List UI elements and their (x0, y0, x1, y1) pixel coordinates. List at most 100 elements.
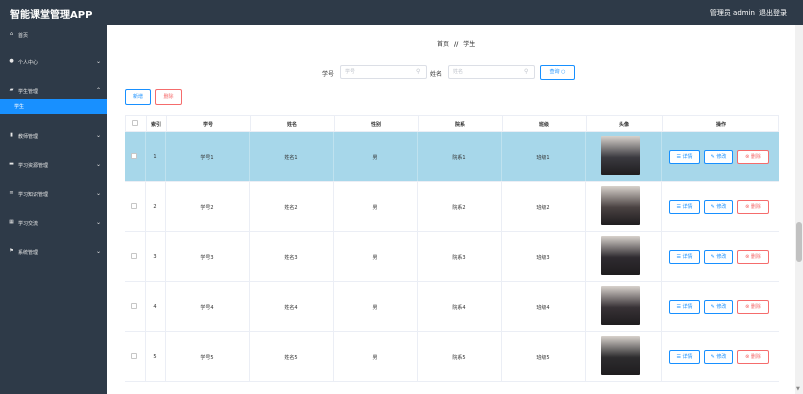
cell-index: 2 (153, 204, 157, 210)
sidebar-item-student-management[interactable]: ▰ 学生管理 ⌃ (0, 84, 107, 98)
chevron-down-icon: ⌄ (96, 132, 102, 139)
select-all-checkbox[interactable] (132, 120, 138, 126)
sidebar-item-label: 首页 (18, 33, 29, 39)
list-icon: ≡ (9, 190, 14, 196)
table-row[interactable]: 1 学号1 姓名1 男 院系1 班级1 ☰ 详情 ✎ 修改 ⊗ 删除 (125, 132, 779, 182)
chevron-down-icon: ⌄ (96, 190, 102, 197)
table-row[interactable]: 3 学号3 姓名3 男 院系3 班级3 ☰ 详情 ✎ 修改 ⊗ 删除 (125, 232, 779, 282)
cell-class: 班级4 (536, 305, 550, 311)
cell-index: 3 (153, 254, 157, 260)
delete-button[interactable]: ⊗ 删除 (737, 200, 769, 214)
breadcrumb-home[interactable]: 首页 (437, 41, 449, 48)
app-title: 智能课堂管理APP (10, 10, 93, 21)
student-icon: ▰ (9, 87, 14, 93)
query-button[interactable]: 查询 ○ (540, 65, 575, 80)
sidebar-item-student[interactable]: 学生 (0, 99, 107, 114)
scroll-down-arrow-icon[interactable]: ▼ (796, 386, 800, 392)
logout-link[interactable]: 退出登录 (759, 8, 787, 18)
row-checkbox[interactable] (131, 203, 137, 209)
cell-gender: 男 (372, 355, 378, 361)
sidebar-item-label: 教师管理 (18, 134, 39, 140)
cell-gender: 男 (372, 255, 378, 261)
student-no-input[interactable] (340, 65, 427, 79)
grid-icon: ▦ (9, 219, 14, 225)
avatar (601, 136, 640, 175)
home-icon: ⌂ (9, 31, 14, 37)
table-row[interactable]: 5 学号5 姓名5 男 院系5 班级5 ☰ 详情 ✎ 修改 ⊗ 删除 (125, 332, 779, 382)
sidebar-item-label: 系统管理 (18, 250, 39, 256)
sidebar-item-label: 学生 (14, 104, 25, 110)
edit-button[interactable]: ✎ 修改 (704, 150, 733, 164)
row-checkbox[interactable] (131, 353, 137, 359)
table-header: 索引 学号 姓名 性别 院系 班级 头像 操作 (125, 115, 779, 132)
detail-button[interactable]: ☰ 详情 (669, 200, 700, 214)
breadcrumb: 首页 // 学生 (437, 39, 475, 48)
add-button[interactable]: 新增 (125, 89, 151, 105)
chevron-down-icon: ⌄ (96, 58, 102, 65)
breadcrumb-current: 学生 (463, 41, 476, 48)
cell-name: 姓名5 (284, 355, 298, 361)
table-row[interactable]: 4 学号4 姓名4 男 院系4 班级4 ☰ 详情 ✎ 修改 ⊗ 删除 (125, 282, 779, 332)
cell-name: 姓名4 (284, 305, 298, 311)
cell-student-no: 学号3 (200, 255, 214, 261)
table-row[interactable]: 2 学号2 姓名2 男 院系2 班级2 ☰ 详情 ✎ 修改 ⊗ 删除 (125, 182, 779, 232)
cell-name: 姓名3 (284, 255, 298, 261)
detail-button[interactable]: ☰ 详情 (669, 300, 700, 314)
sidebar-item-knowledge-management[interactable]: ≡ 学习知识管理 ⌄ (0, 187, 107, 201)
column-header: 姓名 (286, 122, 297, 128)
chevron-down-icon: ⌄ (96, 219, 102, 226)
sidebar-item-resource-management[interactable]: ▬ 学习资源管理 ⌄ (0, 158, 107, 172)
column-header: 性别 (370, 122, 381, 128)
main-content: 首页 // 学生 学号 ⚲ 姓名 ⚲ 查询 ○ 新增 删除 索引 学号 姓名 性… (107, 25, 795, 394)
edit-button[interactable]: ✎ 修改 (704, 200, 733, 214)
name-input[interactable] (448, 65, 535, 79)
cell-class: 班级3 (536, 255, 550, 261)
sidebar-item-teacher-management[interactable]: ▮ 教师管理 ⌄ (0, 129, 107, 143)
sidebar-item-learning-exchange[interactable]: ▦ 学习交流 ⌄ (0, 216, 107, 230)
delete-button[interactable]: ⊗ 删除 (737, 150, 769, 164)
page-scrollbar[interactable]: ▼ (795, 25, 803, 394)
cell-class: 班级2 (536, 205, 550, 211)
detail-button[interactable]: ☰ 详情 (669, 150, 700, 164)
cell-department: 院系5 (452, 355, 466, 361)
edit-button[interactable]: ✎ 修改 (704, 250, 733, 264)
cell-gender: 男 (372, 205, 378, 211)
flag-icon: ⚑ (9, 248, 14, 254)
sidebar-item-profile[interactable]: ● 个人中心 ⌄ (0, 55, 107, 69)
detail-button[interactable]: ☰ 详情 (669, 250, 700, 264)
column-header: 索引 (150, 122, 161, 128)
scrollbar-thumb[interactable] (796, 222, 802, 262)
cell-class: 班级5 (536, 355, 550, 361)
search-icon: ⚲ (524, 68, 529, 75)
chevron-up-icon: ⌃ (96, 87, 102, 94)
chevron-down-icon: ⌄ (96, 161, 102, 168)
column-header: 班级 (538, 122, 549, 128)
avatar (601, 236, 640, 275)
cell-name: 姓名1 (284, 155, 298, 161)
cell-department: 院系2 (452, 205, 466, 211)
row-checkbox[interactable] (131, 153, 137, 159)
delete-button[interactable]: ⊗ 删除 (737, 250, 769, 264)
cell-class: 班级1 (536, 155, 550, 161)
sidebar-item-system-management[interactable]: ⚑ 系统管理 ⌄ (0, 245, 107, 259)
chevron-down-icon: ⌄ (96, 248, 102, 255)
cell-department: 院系1 (452, 155, 466, 161)
delete-button[interactable]: ⊗ 删除 (737, 300, 769, 314)
batch-delete-button[interactable]: 删除 (155, 89, 182, 105)
sidebar-item-home[interactable]: ⌂ 首页 (0, 28, 107, 42)
chart-icon: ▮ (10, 132, 13, 138)
column-header: 操作 (715, 122, 726, 128)
sidebar-item-label: 个人中心 (18, 60, 39, 66)
cell-department: 院系4 (452, 305, 466, 311)
column-header: 头像 (618, 122, 629, 128)
edit-button[interactable]: ✎ 修改 (704, 300, 733, 314)
delete-button[interactable]: ⊗ 删除 (737, 350, 769, 364)
avatar (601, 336, 640, 375)
detail-button[interactable]: ☰ 详情 (669, 350, 700, 364)
avatar (601, 186, 640, 225)
sidebar-item-label: 学习资源管理 (18, 163, 49, 169)
edit-button[interactable]: ✎ 修改 (704, 350, 733, 364)
row-checkbox[interactable] (131, 303, 137, 309)
column-header: 学号 (202, 122, 213, 128)
row-checkbox[interactable] (131, 253, 137, 259)
